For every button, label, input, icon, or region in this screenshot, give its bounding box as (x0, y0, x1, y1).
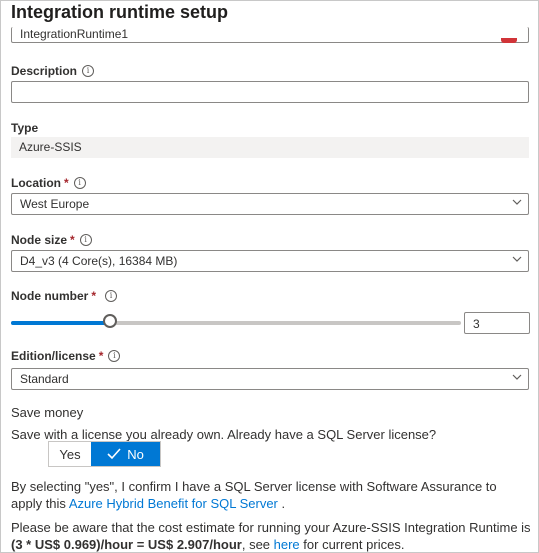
error-badge-icon (501, 38, 517, 43)
info-icon[interactable]: i (105, 290, 118, 302)
edition-select[interactable]: Standard (11, 368, 529, 390)
yes-option[interactable]: Yes (49, 442, 91, 466)
info-icon[interactable]: i (79, 234, 92, 246)
node-size-value: D4_v3 (4 Core(s), 16384 MB) (20, 254, 178, 268)
slider-thumb[interactable] (103, 314, 117, 328)
cost-formula: (3 * US$ 0.969)/hour = US$ 2.907/hour (11, 537, 242, 552)
hybrid-benefit-text: By selecting "yes", I confirm I have a S… (11, 479, 497, 511)
location-value: West Europe (20, 197, 90, 211)
edition-value: Standard (20, 372, 69, 386)
license-toggle[interactable]: Yes No (48, 441, 161, 467)
description-label: Description i (11, 64, 95, 78)
pricing-link[interactable]: here (274, 537, 300, 552)
checkmark-icon (107, 448, 121, 460)
node-number-value: 3 (473, 317, 480, 331)
info-icon[interactable]: i (82, 65, 95, 77)
cost-estimate-text: Please be aware that the cost estimate f… (11, 520, 531, 552)
chevron-down-icon (512, 199, 522, 205)
integration-runtime-panel: Integration runtime setup IntegrationRun… (0, 0, 539, 553)
description-input[interactable] (11, 81, 529, 103)
node-size-select[interactable]: D4_v3 (4 Core(s), 16384 MB) (11, 250, 529, 272)
save-money-heading: Save money (11, 405, 84, 420)
info-icon[interactable]: i (108, 350, 121, 362)
panel-title: Integration runtime setup (11, 2, 229, 22)
required-marker: * (64, 176, 69, 190)
location-select[interactable]: West Europe (11, 193, 529, 215)
required-marker: * (91, 289, 97, 303)
info-icon[interactable]: i (73, 177, 86, 189)
chevron-down-icon (512, 256, 522, 262)
yes-label: Yes (59, 446, 81, 462)
location-label: Location * i (11, 176, 86, 190)
no-option[interactable]: No (91, 442, 160, 466)
type-value: Azure-SSIS (19, 140, 82, 154)
node-number-slider[interactable] (11, 314, 461, 328)
no-label: No (127, 446, 144, 462)
edition-label: Edition/license * i (11, 349, 121, 363)
chevron-down-icon (512, 374, 522, 380)
slider-fill (11, 321, 110, 325)
node-number-input[interactable]: 3 (464, 312, 530, 334)
type-value-box: Azure-SSIS (11, 137, 529, 158)
node-number-label: Node number * i (11, 289, 118, 303)
node-size-label: Node size * i (11, 233, 92, 247)
required-marker: * (98, 349, 104, 363)
name-input-value: IntegrationRuntime1 (20, 27, 129, 41)
required-marker: * (70, 233, 75, 247)
type-label: Type (11, 121, 39, 135)
hybrid-benefit-link[interactable]: Azure Hybrid Benefit for SQL Server (69, 496, 278, 511)
name-input[interactable]: IntegrationRuntime1 (11, 27, 529, 43)
